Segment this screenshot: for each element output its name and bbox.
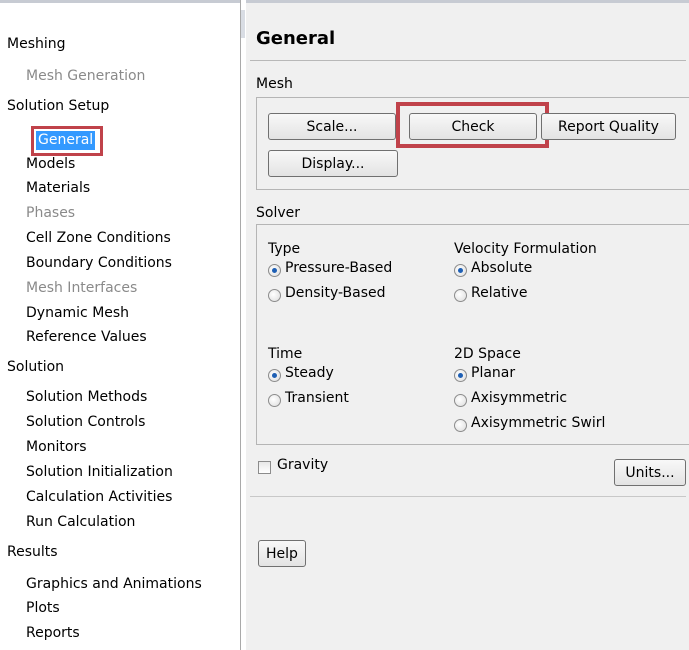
tree-item-monitors[interactable]: Monitors	[26, 439, 87, 455]
report-quality-button[interactable]: Report Quality	[541, 113, 676, 140]
panel-divider	[250, 496, 686, 497]
tree-section-solution[interactable]: Solution	[7, 359, 64, 375]
tree-item-graphics-and-animations[interactable]: Graphics and Animations	[26, 576, 202, 592]
solver-group-label: Solver	[256, 205, 300, 221]
check-highlight-box	[396, 102, 549, 148]
time-label: Time	[268, 346, 303, 362]
tree-item-solution-controls[interactable]: Solution Controls	[26, 414, 145, 430]
mesh-group-label: Mesh	[256, 76, 293, 92]
help-button[interactable]: Help	[258, 540, 306, 567]
tree-item-general[interactable]: General	[36, 131, 96, 150]
tree-item-phases[interactable]: Phases	[26, 205, 75, 221]
tree-item-materials[interactable]: Materials	[26, 180, 90, 196]
title-divider	[250, 60, 686, 61]
absolute-label[interactable]: Absolute	[471, 260, 532, 276]
splitter-handle[interactable]	[241, 10, 245, 38]
axisymmetric-swirl-label[interactable]: Axisymmetric Swirl	[471, 415, 605, 431]
tree-item-reference-values[interactable]: Reference Values	[26, 329, 147, 345]
density-based-label[interactable]: Density-Based	[285, 285, 386, 301]
type-label: Type	[268, 241, 301, 257]
tree-item-dynamic-mesh[interactable]: Dynamic Mesh	[26, 305, 129, 321]
tree-item-calculation-activities[interactable]: Calculation Activities	[26, 489, 172, 505]
relative-radio[interactable]	[454, 289, 467, 302]
pressure-based-label[interactable]: Pressure-Based	[285, 260, 392, 276]
axisymmetric-label[interactable]: Axisymmetric	[471, 390, 567, 406]
planar-label[interactable]: Planar	[471, 365, 515, 381]
tree-section-meshing[interactable]: Meshing	[7, 36, 66, 52]
tree-item-reports[interactable]: Reports	[26, 625, 80, 641]
axisymmetric-radio[interactable]	[454, 394, 467, 407]
tree-item-mesh-generation[interactable]: Mesh Generation	[26, 68, 145, 84]
transient-label[interactable]: Transient	[285, 390, 349, 406]
panel-top-border	[246, 0, 689, 3]
general-task-panel: General Mesh Scale... Check Report Quali…	[246, 0, 689, 650]
absolute-radio[interactable]	[454, 264, 467, 277]
density-based-radio[interactable]	[268, 289, 281, 302]
tree-top-border	[0, 0, 240, 3]
tree-item-solution-initialization[interactable]: Solution Initialization	[26, 464, 173, 480]
tree-item-plots[interactable]: Plots	[26, 600, 60, 616]
scale-button[interactable]: Scale...	[268, 113, 396, 140]
tree-item-solution-methods[interactable]: Solution Methods	[26, 389, 147, 405]
units-button[interactable]: Units...	[614, 459, 686, 486]
page-title: General	[256, 28, 336, 49]
pressure-based-radio[interactable]	[268, 264, 281, 277]
gravity-checkbox[interactable]	[258, 461, 271, 474]
velocity-formulation-label: Velocity Formulation	[454, 241, 597, 257]
tree-item-run-calculation[interactable]: Run Calculation	[26, 514, 135, 530]
display-button[interactable]: Display...	[268, 150, 398, 177]
steady-radio[interactable]	[268, 369, 281, 382]
transient-radio[interactable]	[268, 394, 281, 407]
tree-item-cell-zone-conditions[interactable]: Cell Zone Conditions	[26, 230, 171, 246]
tree-section-results[interactable]: Results	[7, 544, 58, 560]
axisymmetric-swirl-radio[interactable]	[454, 419, 467, 432]
tree-section-solution-setup[interactable]: Solution Setup	[7, 98, 109, 114]
navigation-tree: Meshing Mesh Generation Solution Setup G…	[0, 0, 241, 650]
steady-label[interactable]: Steady	[285, 365, 334, 381]
planar-radio[interactable]	[454, 369, 467, 382]
solver-groupbox	[256, 224, 689, 445]
2d-space-label: 2D Space	[454, 346, 521, 362]
gravity-label[interactable]: Gravity	[277, 457, 328, 473]
tree-item-models[interactable]: Models	[26, 156, 75, 172]
tree-item-mesh-interfaces[interactable]: Mesh Interfaces	[26, 280, 137, 296]
tree-item-boundary-conditions[interactable]: Boundary Conditions	[26, 255, 172, 271]
relative-label[interactable]: Relative	[471, 285, 527, 301]
